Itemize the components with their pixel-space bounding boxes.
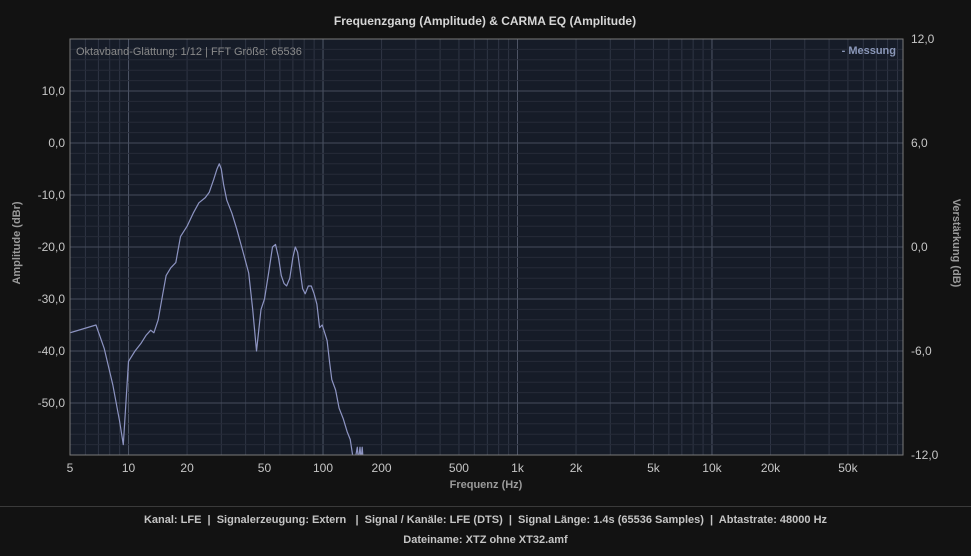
y-tick-label: -40,0 bbox=[38, 344, 66, 358]
x-tick-label: 5 bbox=[67, 461, 74, 475]
x-tick-label: 2k bbox=[570, 461, 584, 475]
grid-lines bbox=[69, 39, 903, 455]
y2-tick-label: -12,0 bbox=[911, 448, 939, 462]
y2-tick-label: 12,0 bbox=[911, 32, 935, 46]
y-tick-label: -10,0 bbox=[38, 188, 66, 202]
footer-divider bbox=[0, 506, 971, 507]
y-tick-label: 10,0 bbox=[42, 84, 66, 98]
x-axis-label: Frequenz (Hz) bbox=[450, 479, 523, 491]
smoothing-info: Oktavband-Glättung: 1/12 | FFT Größe: 65… bbox=[76, 46, 302, 58]
y2-axis-ticks: 12,0 6,0 0,0 -6,0 -12,0 bbox=[911, 32, 939, 462]
footer-signal-info: Kanal: LFE | Signalerzeugung: Extern | S… bbox=[143, 514, 828, 526]
x-tick-label: 1k bbox=[511, 461, 525, 475]
y-axis-label: Amplitude (dBr) bbox=[11, 201, 23, 284]
frequency-response-chart: Frequenzgang (Amplitude) & CARMA EQ (Amp… bbox=[11, 14, 962, 491]
x-tick-label: 10k bbox=[702, 461, 722, 475]
x-tick-label: 50 bbox=[258, 461, 272, 475]
x-tick-label: 50k bbox=[838, 461, 858, 475]
y-tick-label: -30,0 bbox=[38, 292, 66, 306]
y2-axis-label: Verstärkung (dB) bbox=[950, 199, 962, 288]
y-tick-label: 0,0 bbox=[48, 136, 65, 150]
y2-tick-label: 0,0 bbox=[911, 240, 928, 254]
x-tick-label: 500 bbox=[449, 461, 469, 475]
x-axis-ticks: 5 10 20 50 100 200 500 1k 2k 5k 10k 20k 50k bbox=[67, 461, 859, 475]
y-axis-ticks: 10,0 0,0 -10,0 -20,0 -30,0 -40,0 -50,0 bbox=[38, 84, 66, 410]
x-tick-label: 20k bbox=[761, 461, 781, 475]
x-tick-label: 10 bbox=[122, 461, 136, 475]
legend-entry-messung[interactable]: - Messung bbox=[842, 45, 896, 57]
y-tick-label: -20,0 bbox=[38, 240, 66, 254]
x-tick-label: 5k bbox=[647, 461, 661, 475]
y-tick-label: -50,0 bbox=[38, 396, 66, 410]
y2-tick-label: -6,0 bbox=[911, 344, 932, 358]
y2-tick-label: 6,0 bbox=[911, 136, 928, 150]
footer-filename: Dateiname: XTZ ohne XT32.amf bbox=[403, 534, 568, 546]
x-tick-label: 200 bbox=[372, 461, 392, 475]
x-tick-label: 20 bbox=[180, 461, 194, 475]
chart-title: Frequenzgang (Amplitude) & CARMA EQ (Amp… bbox=[334, 14, 636, 28]
x-tick-label: 100 bbox=[313, 461, 333, 475]
